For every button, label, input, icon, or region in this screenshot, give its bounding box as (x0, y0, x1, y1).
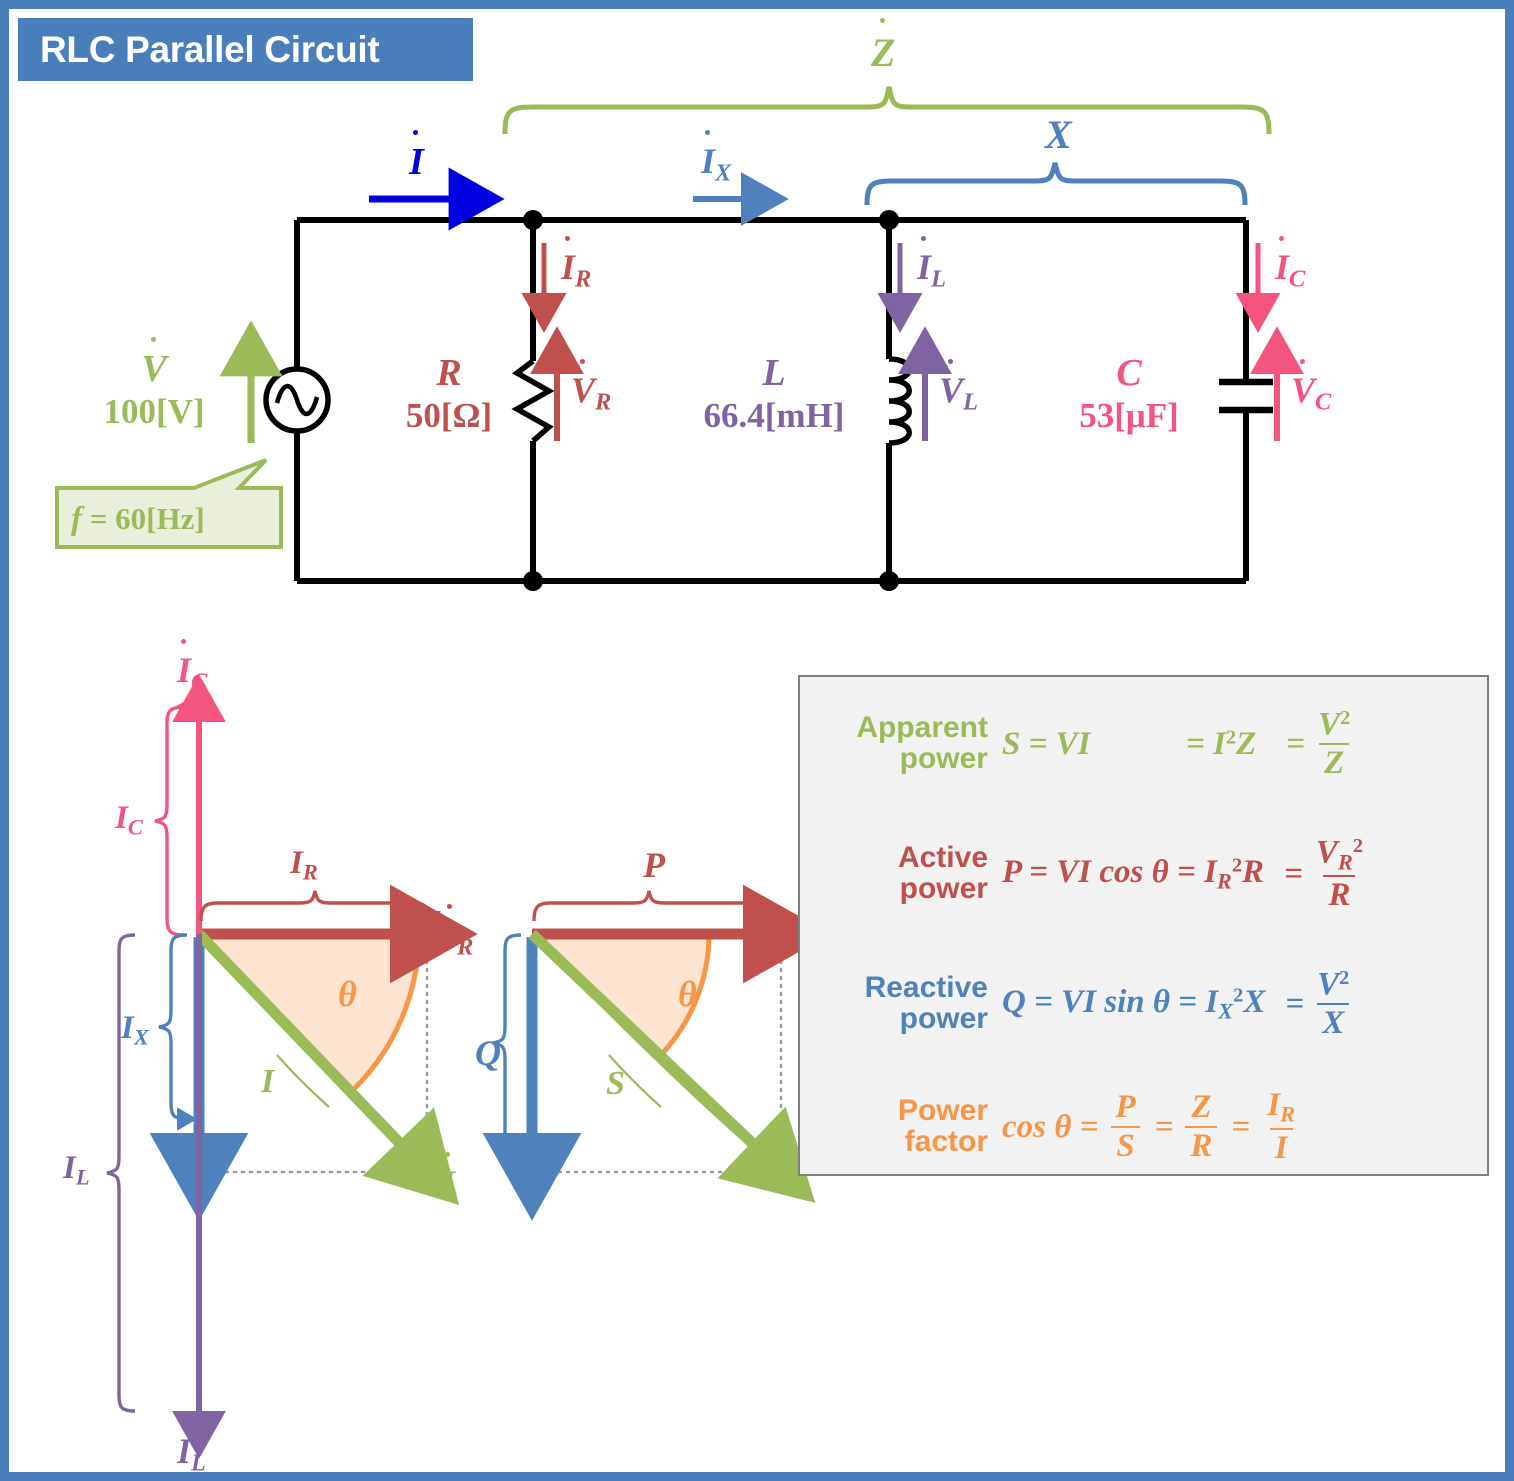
power-brace-p (532, 890, 777, 932)
phasor-i-tip-label: I (441, 1163, 456, 1203)
power-s-label: S (606, 1065, 625, 1102)
ac-source-symbol (263, 366, 331, 434)
slide-page: RLC Parallel Circuit Z X I IX V 100[V] f… (0, 0, 1514, 1481)
inductor-current-label: IL (917, 247, 946, 293)
capacitor-voltage-label: VC (1291, 370, 1332, 416)
formula-powerfactor-eq: cos θ = P S = Z R = IR I (1002, 1086, 1296, 1167)
resistor-value-label: R 50[Ω] (405, 352, 493, 435)
inductor-symbol (888, 356, 912, 446)
phasor-il-label: IL (177, 1431, 206, 1477)
power-p-label: P (643, 845, 665, 885)
impedance-label: Z (871, 30, 896, 75)
power-formula-box: Apparent power S = VI = I2Z = V2 Z Activ… (798, 675, 1489, 1176)
phasor-ir-label: IR (443, 915, 474, 961)
total-current-label: I (409, 141, 424, 183)
phasor-brace-ic (154, 695, 196, 937)
reactance-brace (864, 162, 1248, 206)
phasor-angle-label: θ (338, 974, 357, 1014)
frequency-label: f = 60[Hz] (71, 501, 205, 537)
capacitor-symbol (1219, 378, 1273, 414)
power-angle-label: θ (678, 974, 697, 1014)
formula-label-active: Active power (897, 841, 988, 905)
resistor-voltage-label: VR (571, 370, 612, 416)
formula-row-active: Active power P = VI cos θ = IR2R = VR2 R (808, 819, 1484, 929)
phasor-ic-label: IC (177, 650, 208, 696)
phasor-brace-ic-label: IC (115, 800, 143, 840)
phasor-i-label: I (261, 1063, 275, 1100)
reactance-label: X (1045, 112, 1072, 157)
reactive-current-label: IX (701, 141, 732, 187)
formula-reactive-frac: = V2 X (1285, 966, 1350, 1042)
phasor-brace-il (106, 933, 136, 1413)
phasor-brace-ix (158, 933, 198, 1131)
power-q-label: Q (475, 1033, 501, 1073)
formula-apparent-lhs: S = VI (1002, 725, 1091, 762)
phasor-brace-ix-label: IX (121, 1010, 149, 1050)
formula-row-powerfactor: Power factor cos θ = P S = Z R = IR I (808, 1077, 1484, 1177)
formula-active-lhs: P = VI cos θ = IR2R (1002, 853, 1265, 894)
formula-label-powerfactor: Power factor (897, 1094, 988, 1158)
source-voltage-label: V 100[V] (103, 348, 205, 431)
resistor-symbol (511, 358, 555, 444)
formula-label-reactive: Reactive power (864, 971, 988, 1035)
impedance-brace (502, 86, 1272, 135)
capacitor-current-label: IC (1275, 247, 1306, 293)
formula-label-apparent: Apparent power (856, 711, 988, 775)
phasor-brace-il-label: IL (63, 1150, 90, 1190)
inductor-value-label: L 66.4[mH] (703, 352, 845, 435)
formula-reactive-lhs: Q = VI sin θ = IX2X (1002, 983, 1266, 1024)
phasor-brace-ir-label: IR (290, 845, 318, 885)
phasor-angle-sector (199, 934, 419, 1089)
capacitor-value-label: C 53[μF] (1079, 352, 1179, 435)
formula-active-frac: = VR2 R (1284, 834, 1364, 914)
formula-apparent-mid: = I2Z (1186, 725, 1257, 762)
formula-apparent-frac: = V2 Z (1286, 706, 1351, 782)
resistor-current-label: IR (561, 247, 592, 293)
phasor-brace-ir (199, 890, 441, 932)
formula-row-apparent: Apparent power S = VI = I2Z = V2 Z (808, 689, 1484, 799)
inductor-voltage-label: VL (939, 370, 978, 416)
formula-row-reactive: Reactive power Q = VI sin θ = IX2X = V2 … (808, 949, 1484, 1059)
